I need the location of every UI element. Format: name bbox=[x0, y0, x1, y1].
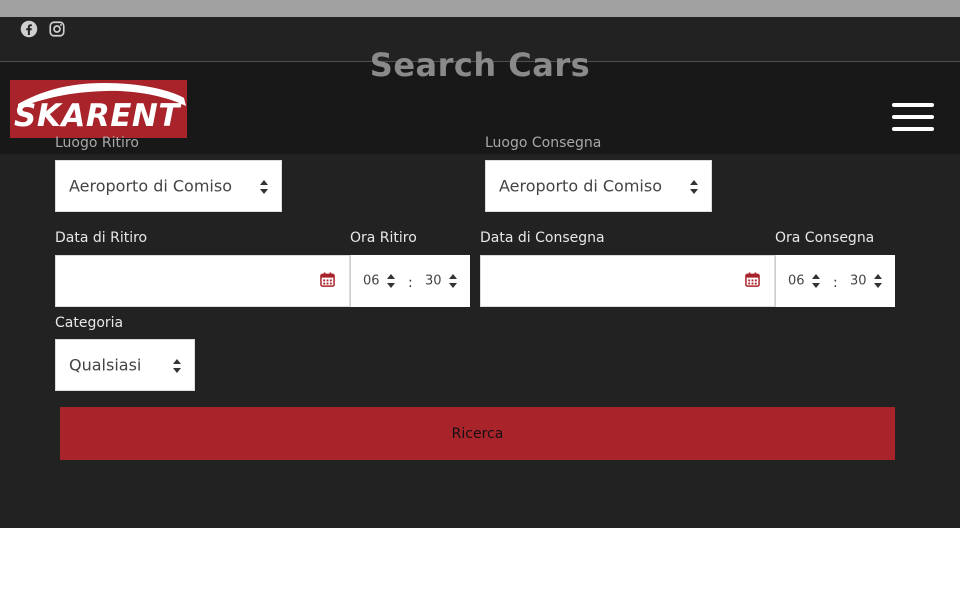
dropoff-time-label: Ora Consegna bbox=[775, 230, 875, 246]
time-separator: : bbox=[408, 275, 413, 291]
calendar-icon[interactable] bbox=[320, 272, 335, 287]
facebook-icon[interactable] bbox=[20, 20, 38, 38]
hour-stepper-icon[interactable] bbox=[812, 274, 821, 288]
select-arrows-icon bbox=[260, 180, 269, 194]
menu-toggle-icon[interactable] bbox=[892, 101, 936, 135]
logo-text: SKARENT bbox=[14, 98, 180, 134]
pickup-date-input[interactable] bbox=[55, 255, 350, 307]
dropoff-time-picker[interactable]: 06 : 30 bbox=[775, 255, 895, 307]
pickup-location-label: Luogo Ritiro bbox=[55, 135, 139, 151]
page-title: Search Cars bbox=[369, 46, 591, 84]
search-button[interactable]: Ricerca bbox=[60, 407, 895, 460]
dropoff-date-input[interactable] bbox=[480, 255, 775, 307]
calendar-icon[interactable] bbox=[745, 272, 760, 287]
dropoff-minute-value[interactable]: 30 bbox=[850, 274, 867, 289]
pickup-minute-value[interactable]: 30 bbox=[425, 274, 442, 289]
dropoff-location-label: Luogo Consegna bbox=[485, 135, 602, 151]
social-links bbox=[20, 20, 66, 38]
dropoff-date-label: Data di Consegna bbox=[480, 230, 605, 246]
minute-stepper-icon[interactable] bbox=[449, 274, 458, 288]
time-separator: : bbox=[833, 275, 838, 291]
category-label: Categoria bbox=[55, 315, 124, 331]
pickup-date-label: Data di Ritiro bbox=[55, 230, 148, 246]
pickup-time-picker[interactable]: 06 : 30 bbox=[350, 255, 470, 307]
logo[interactable]: SKARENT bbox=[10, 80, 187, 138]
dropoff-location-select[interactable]: Aeroporto di Comiso bbox=[485, 160, 712, 212]
select-arrows-icon bbox=[690, 180, 699, 194]
instagram-icon[interactable] bbox=[48, 20, 66, 38]
category-value: Qualsiasi bbox=[69, 355, 142, 375]
category-select[interactable]: Qualsiasi bbox=[55, 339, 195, 391]
hour-stepper-icon[interactable] bbox=[387, 274, 396, 288]
minute-stepper-icon[interactable] bbox=[874, 274, 883, 288]
pickup-hour-value[interactable]: 06 bbox=[363, 274, 380, 289]
pickup-location-select[interactable]: Aeroporto di Comiso bbox=[55, 160, 282, 212]
browser-top-strip bbox=[0, 0, 960, 17]
dropoff-hour-value[interactable]: 06 bbox=[788, 274, 805, 289]
pickup-time-label: Ora Ritiro bbox=[350, 230, 417, 246]
pickup-location-value: Aeroporto di Comiso bbox=[69, 176, 232, 196]
dropoff-location-value: Aeroporto di Comiso bbox=[499, 176, 662, 196]
select-arrows-icon bbox=[173, 359, 182, 373]
